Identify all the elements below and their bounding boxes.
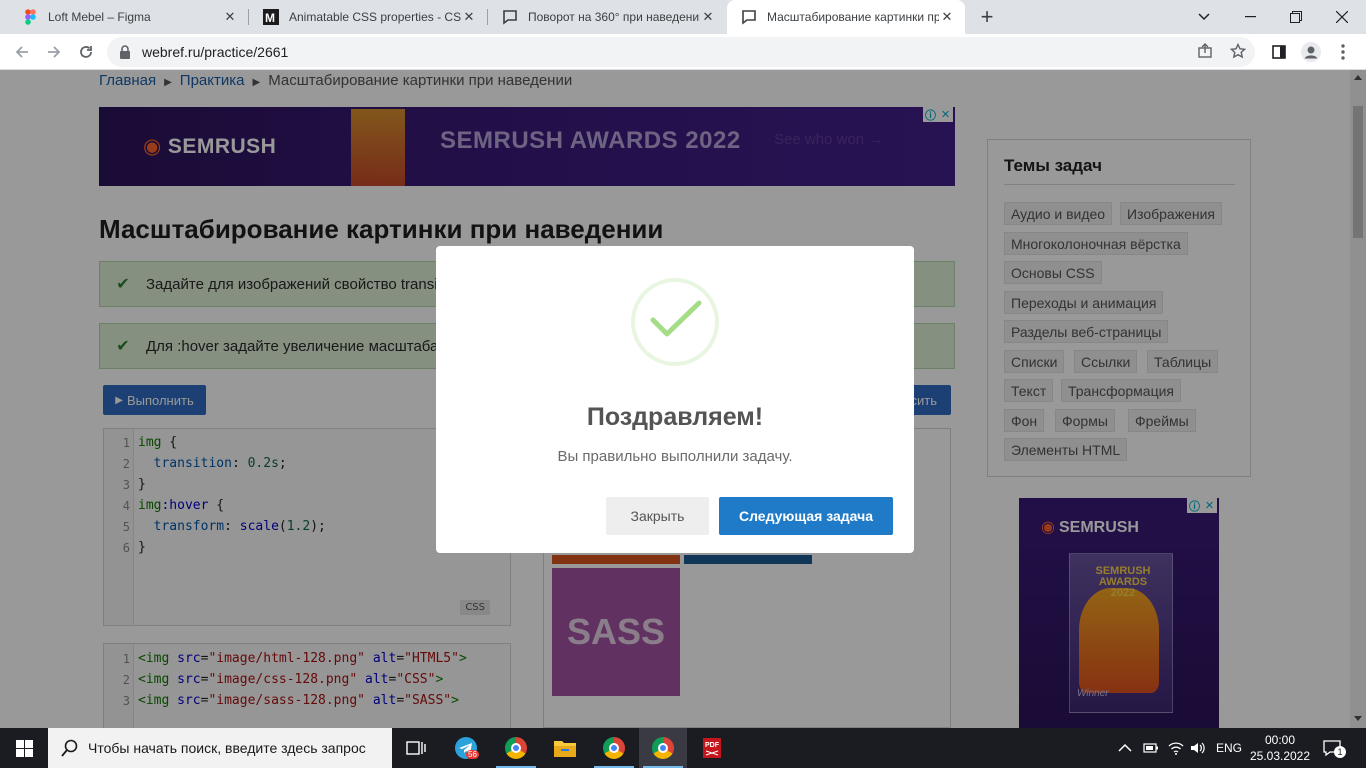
bookmark-star-icon[interactable]: [1229, 42, 1247, 64]
forward-icon[interactable]: [40, 38, 68, 66]
task-view-icon[interactable]: [392, 728, 440, 768]
close-tab-icon[interactable]: ✕: [700, 9, 716, 25]
browser-toolbar: webref.ru/practice/2661: [0, 34, 1366, 70]
notifications-badge: 1: [1334, 746, 1346, 758]
notifications-icon[interactable]: 1: [1322, 728, 1346, 768]
battery-icon[interactable]: [1143, 728, 1159, 768]
show-hidden-icons[interactable]: [1118, 728, 1132, 768]
close-window-icon[interactable]: [1319, 0, 1365, 34]
chrome-app-icon[interactable]: [492, 728, 540, 768]
profile-avatar-icon[interactable]: [1297, 38, 1325, 66]
clock-date: 25.03.2022: [1249, 749, 1311, 763]
tab-figma[interactable]: Loft Mebel – Figma ✕: [8, 0, 248, 34]
side-panel-icon[interactable]: [1265, 38, 1293, 66]
chat-icon: [741, 9, 757, 25]
url-text: webref.ru/practice/2661: [142, 44, 289, 60]
reload-icon[interactable]: [72, 38, 100, 66]
chrome-app-icon[interactable]: [590, 728, 638, 768]
close-tab-icon[interactable]: ✕: [461, 9, 477, 25]
taskbar-search-box[interactable]: Чтобы начать поиск, введите здесь запрос: [48, 728, 392, 768]
windows-start-icon[interactable]: [0, 728, 48, 768]
dialog-message: Вы правильно выполнили задачу.: [557, 448, 793, 465]
pdf-app-icon[interactable]: PDF: [688, 728, 736, 768]
minimize-icon[interactable]: [1227, 0, 1273, 34]
wifi-icon[interactable]: [1168, 728, 1184, 768]
telegram-badge: 56: [466, 750, 479, 759]
language-indicator[interactable]: ENG: [1216, 728, 1242, 768]
lock-icon: [120, 45, 130, 59]
tab-rotate[interactable]: Поворот на 360° при наведении ✕: [488, 0, 726, 34]
share-icon[interactable]: [1197, 43, 1213, 64]
back-icon[interactable]: [8, 38, 36, 66]
search-icon: [61, 739, 78, 757]
success-dialog: Поздравляем! Вы правильно выполнили зада…: [436, 246, 914, 553]
tab-scale-active[interactable]: Масштабирование картинки пр ✕: [727, 0, 965, 34]
windows-taskbar: Чтобы начать поиск, введите здесь запрос…: [0, 728, 1366, 768]
dialog-title: Поздравляем!: [586, 403, 764, 431]
chrome-app-icon-active[interactable]: [639, 728, 687, 768]
close-tab-icon[interactable]: ✕: [939, 9, 955, 25]
telegram-app-icon[interactable]: 56: [442, 728, 490, 768]
clock[interactable]: 00:00 25.03.2022: [1249, 728, 1311, 768]
figma-icon: [22, 9, 38, 25]
svg-text:M: M: [265, 11, 275, 25]
menu-kebab-icon[interactable]: [1329, 38, 1357, 66]
file-explorer-icon[interactable]: [541, 728, 589, 768]
volume-icon[interactable]: [1190, 728, 1206, 768]
address-bar[interactable]: webref.ru/practice/2661: [107, 37, 1255, 67]
chat-icon: [502, 9, 518, 25]
tab-mdn[interactable]: M Animatable CSS properties - CSS ✕: [249, 0, 487, 34]
clock-time: 00:00: [1264, 733, 1296, 747]
browser-tab-bar: Loft Mebel – Figma ✕ M Animatable CSS pr…: [0, 0, 1366, 34]
close-tab-icon[interactable]: ✕: [222, 9, 238, 25]
close-button[interactable]: Закрыть: [606, 497, 709, 535]
new-tab-button[interactable]: +: [975, 4, 999, 29]
tab-search-icon[interactable]: [1181, 0, 1227, 34]
mdn-icon: M: [263, 9, 279, 25]
svg-text:PDF: PDF: [705, 742, 720, 749]
search-placeholder: Чтобы начать поиск, введите здесь запрос: [88, 740, 366, 756]
success-check-icon: [650, 300, 702, 337]
next-task-button[interactable]: Следующая задача: [719, 497, 893, 535]
restore-icon[interactable]: [1273, 0, 1319, 34]
